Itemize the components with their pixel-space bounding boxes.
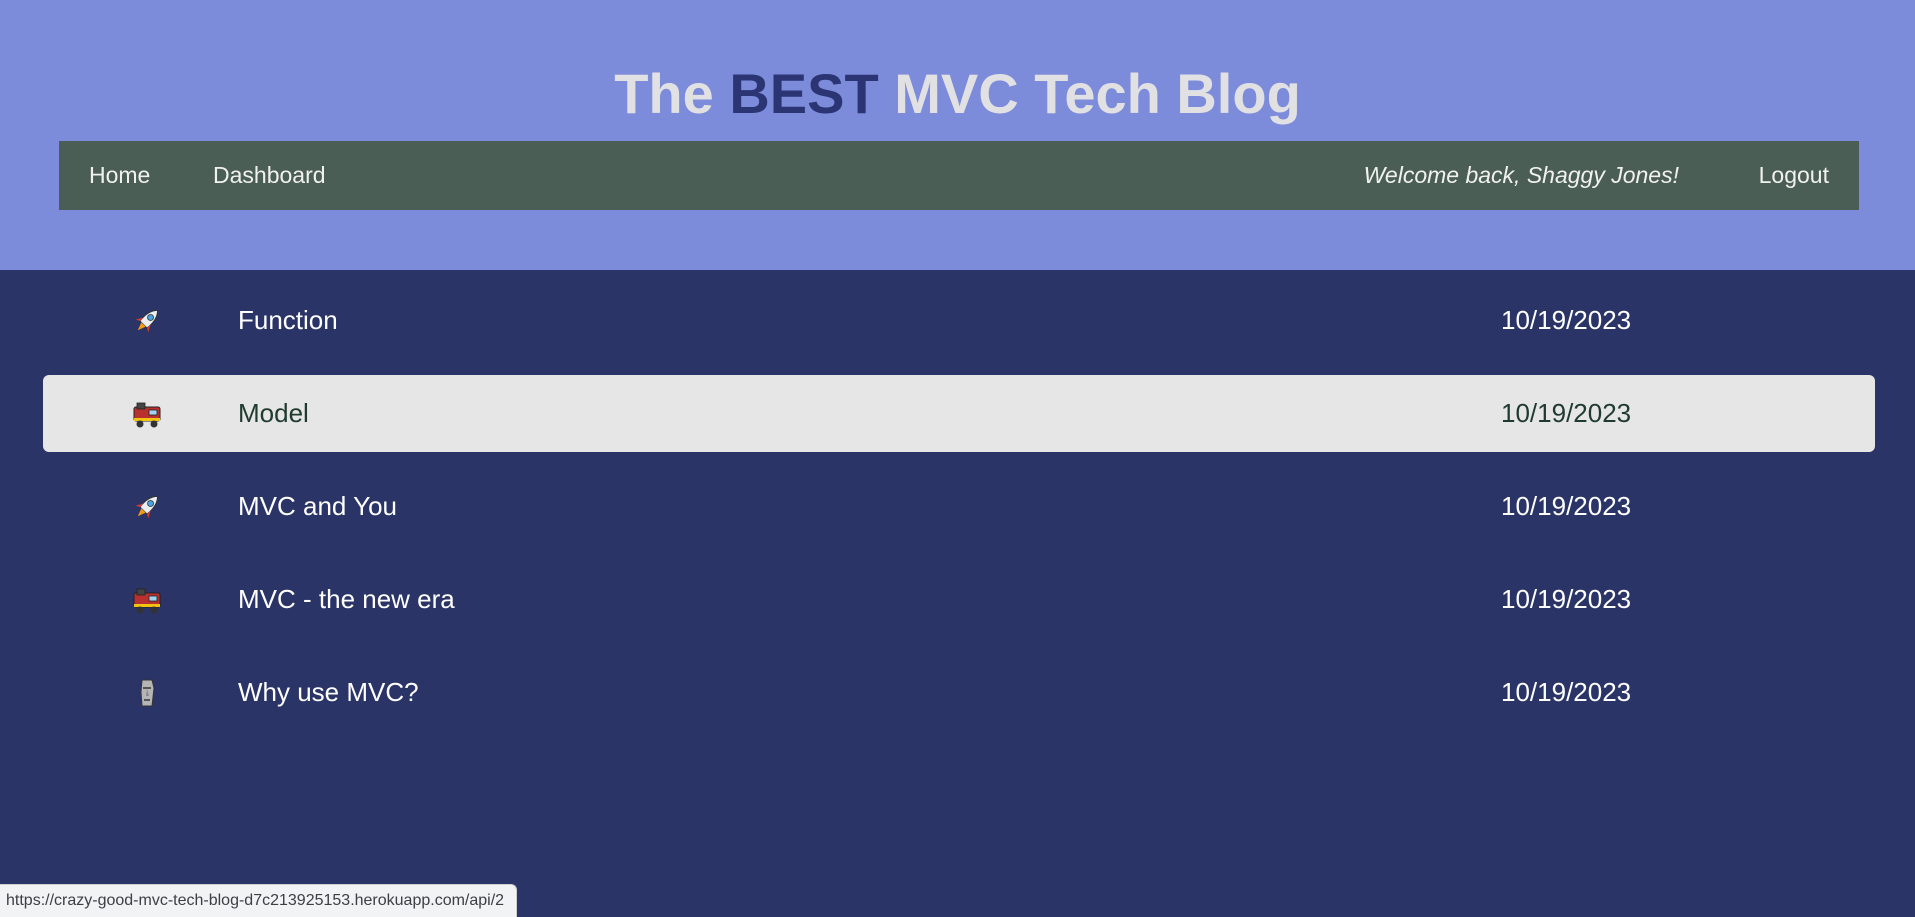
nav-dashboard-link[interactable]: Dashboard — [213, 141, 326, 210]
title-suffix: MVC Tech Blog — [878, 62, 1301, 125]
title-accent: BEST — [729, 62, 879, 125]
navbar: Home Dashboard Welcome back, Shaggy Jone… — [59, 141, 1859, 210]
rocket-icon — [130, 490, 164, 524]
post-row[interactable]: Model 10/19/2023 — [43, 375, 1875, 452]
post-row[interactable]: MVC and You 10/19/2023 — [43, 468, 1875, 545]
welcome-message: Welcome back, Shaggy Jones! — [1363, 162, 1679, 188]
post-title[interactable]: MVC - the new era — [238, 561, 455, 638]
post-date: 10/19/2023 — [1501, 305, 1632, 335]
post-row[interactable]: MVC - the new era 10/19/2023 — [43, 561, 1875, 638]
post-date: 10/19/2023 — [1501, 677, 1632, 707]
post-date: 10/19/2023 — [1501, 584, 1632, 614]
locomotive-icon — [130, 583, 164, 617]
locomotive-icon — [130, 397, 164, 431]
post-title[interactable]: Model — [238, 375, 309, 452]
site-title: The BEST MVC Tech Blog — [0, 58, 1915, 130]
post-list: Function 10/19/2023 Model 10/19/2023 MVC… — [43, 282, 1875, 747]
rocket-icon — [130, 304, 164, 338]
moai-icon — [130, 676, 164, 710]
title-prefix: The — [614, 62, 730, 125]
site-header: The BEST MVC Tech Blog Home Dashboard We… — [0, 0, 1915, 270]
post-date: 10/19/2023 — [1501, 491, 1632, 521]
logout-link[interactable]: Logout — [1759, 141, 1829, 210]
status-bar-url: https://crazy-good-mvc-tech-blog-d7c2139… — [0, 884, 518, 917]
post-row[interactable]: Function 10/19/2023 — [43, 282, 1875, 359]
post-title[interactable]: Function — [238, 282, 338, 359]
nav-home-link[interactable]: Home — [89, 141, 150, 210]
post-date: 10/19/2023 — [1501, 398, 1632, 428]
post-title[interactable]: MVC and You — [238, 468, 397, 545]
post-title[interactable]: Why use MVC? — [238, 654, 419, 731]
post-row[interactable]: Why use MVC? 10/19/2023 — [43, 654, 1875, 731]
